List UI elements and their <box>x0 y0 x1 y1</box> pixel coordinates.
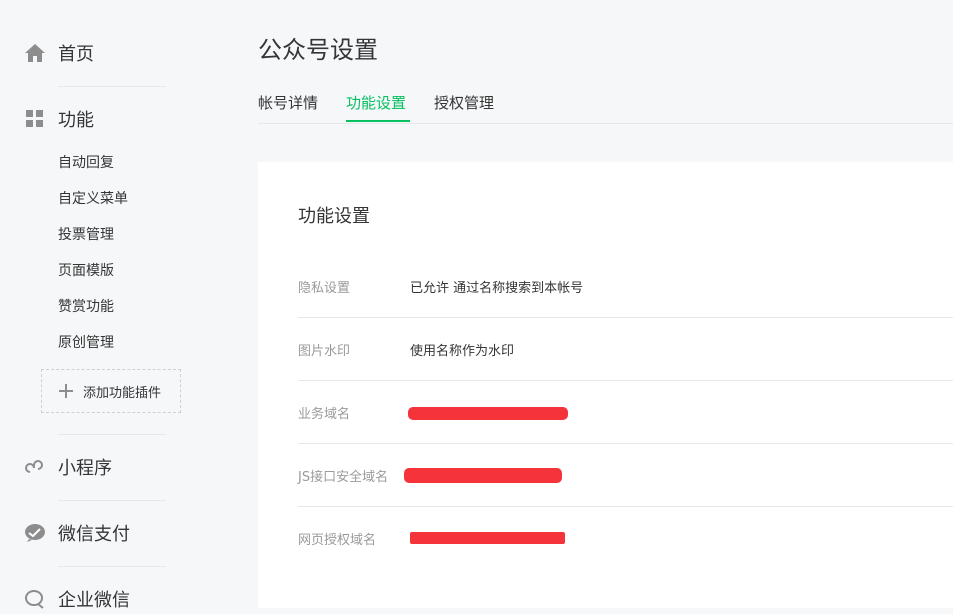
setting-row-privacy[interactable]: 隐私设置 已允许 通过名称搜索到本帐号 <box>298 255 953 318</box>
nav-wechat-pay-label: 微信支付 <box>58 524 130 545</box>
setting-label: 业务域名 <box>298 407 351 422</box>
nav-features-label: 功能 <box>58 110 94 131</box>
grid-icon <box>24 108 46 130</box>
setting-label: 隐私设置 <box>298 281 351 296</box>
settings-card: 功能设置 隐私设置 已允许 通过名称搜索到本帐号 图片水印 使用名称作为水印 业… <box>258 162 953 608</box>
setting-value: 已允许 通过名称搜索到本帐号 <box>410 281 584 296</box>
redaction-mark <box>404 468 562 483</box>
sidebar-item-custom-menu[interactable]: 自定义菜单 <box>58 189 128 209</box>
page-title: 公众号设置 <box>258 36 378 64</box>
setting-row-oauth-domain[interactable]: 网页授权域名 <box>298 507 953 569</box>
setting-row-watermark[interactable]: 图片水印 使用名称作为水印 <box>298 318 953 381</box>
sidebar-item-reward[interactable]: 赞赏功能 <box>58 297 114 317</box>
nav-wecom-label: 企业微信 <box>58 590 130 611</box>
tab-authorization[interactable]: 授权管理 <box>434 92 494 113</box>
setting-row-business-domain[interactable]: 业务域名 <box>298 381 953 444</box>
plus-icon <box>59 384 73 398</box>
redaction-mark <box>408 407 568 420</box>
home-icon <box>24 42 46 64</box>
sidebar-item-auto-reply[interactable]: 自动回复 <box>58 153 114 173</box>
nav-mini-program-label: 小程序 <box>58 458 112 479</box>
sidebar-item-page-template[interactable]: 页面模版 <box>58 261 114 281</box>
card-title: 功能设置 <box>298 206 370 227</box>
nav-mini-program[interactable]: 小程序 <box>24 452 112 482</box>
setting-label: JS接口安全域名 <box>298 470 389 485</box>
tab-bar: 帐号详情 功能设置 授权管理 <box>258 82 953 124</box>
wechat-pay-icon <box>24 522 46 544</box>
divider <box>58 86 166 87</box>
setting-label: 图片水印 <box>298 344 351 359</box>
redaction-mark <box>410 532 565 544</box>
sidebar-item-vote[interactable]: 投票管理 <box>58 225 114 245</box>
add-plugin-button[interactable]: 添加功能插件 <box>41 369 181 413</box>
setting-label: 网页授权域名 <box>298 533 377 548</box>
nav-home-label: 首页 <box>58 44 94 65</box>
setting-row-js-domain[interactable]: JS接口安全域名 <box>298 444 953 507</box>
sidebar-item-original[interactable]: 原创管理 <box>58 333 114 353</box>
tab-account-details[interactable]: 帐号详情 <box>258 92 318 113</box>
divider <box>58 500 166 501</box>
add-plugin-label: 添加功能插件 <box>83 385 162 401</box>
wecom-icon <box>24 588 46 610</box>
setting-value: 使用名称作为水印 <box>410 344 515 359</box>
nav-wecom[interactable]: 企业微信 <box>24 584 130 614</box>
active-tab-indicator <box>346 120 410 122</box>
tab-feature-settings[interactable]: 功能设置 <box>346 92 406 113</box>
nav-features[interactable]: 功能 <box>24 104 94 134</box>
nav-wechat-pay[interactable]: 微信支付 <box>24 518 130 548</box>
mini-program-icon <box>24 456 46 478</box>
sidebar: 首页 功能 自动回复 自定义菜单 投票管理 页面模版 赞赏功能 原创管理 添加功… <box>0 0 190 611</box>
divider <box>58 434 166 435</box>
divider <box>58 566 166 567</box>
nav-home[interactable]: 首页 <box>24 38 94 68</box>
